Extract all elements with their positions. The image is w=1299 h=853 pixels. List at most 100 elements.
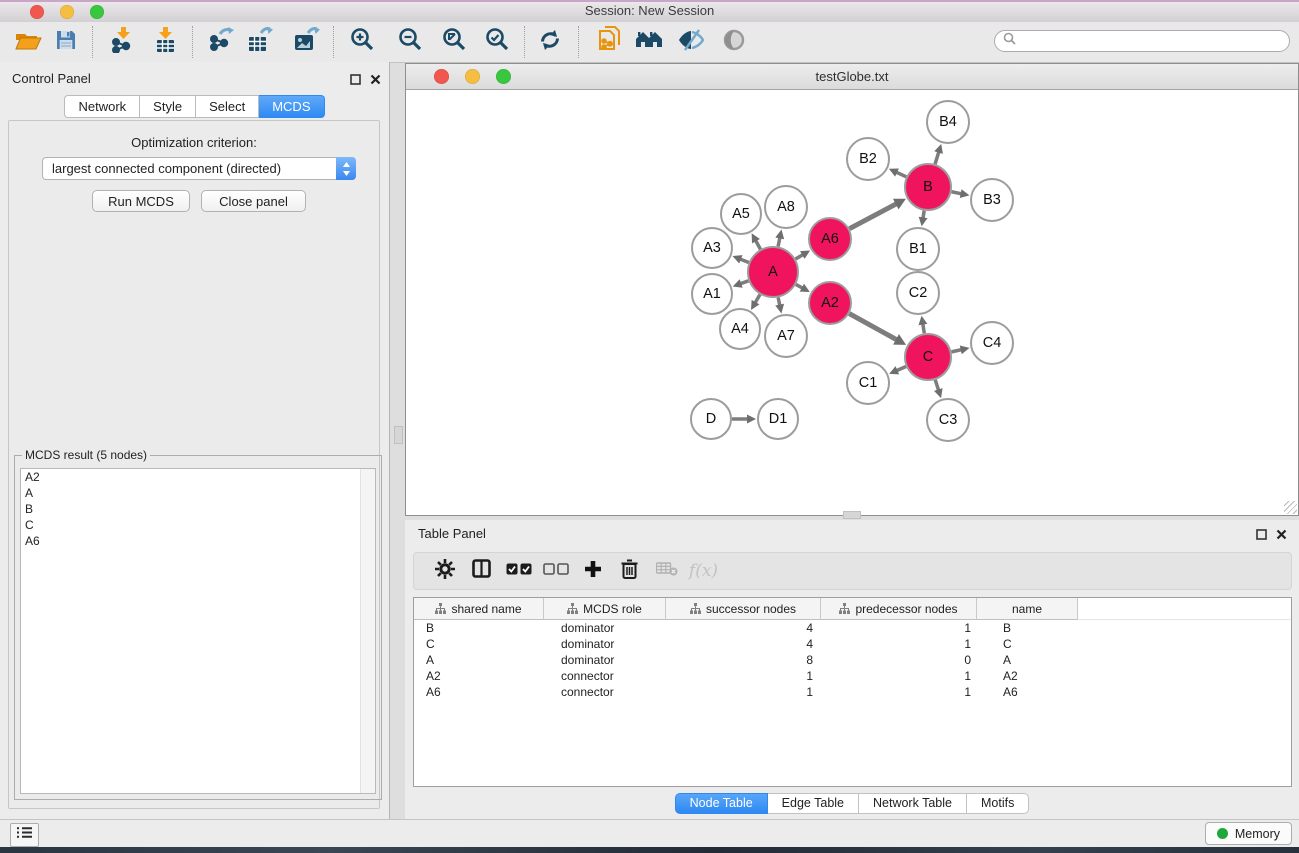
- tab-network[interactable]: Network: [64, 95, 140, 118]
- tab-mcds[interactable]: MCDS: [259, 95, 324, 118]
- zoom-out-button[interactable]: [391, 25, 429, 59]
- column-header-predecessor-nodes[interactable]: predecessor nodes: [821, 598, 977, 620]
- result-list-item[interactable]: A2: [21, 469, 375, 485]
- window-resize-grip[interactable]: [1284, 501, 1297, 514]
- table-row[interactable]: Adominator80A: [414, 652, 1291, 668]
- column-header-MCDS-role[interactable]: MCDS role: [544, 598, 666, 620]
- network-window-titlebar[interactable]: testGlobe.txt: [406, 64, 1298, 90]
- table-cell[interactable]: C: [414, 637, 544, 651]
- table-cell[interactable]: 1: [821, 685, 977, 699]
- table-cell[interactable]: A2: [414, 669, 544, 683]
- close-traffic-light[interactable]: [30, 5, 44, 19]
- float-panel-icon[interactable]: [350, 72, 361, 90]
- result-list-item[interactable]: A: [21, 485, 375, 501]
- table-cell[interactable]: 1: [666, 669, 821, 683]
- result-list-item[interactable]: B: [21, 501, 375, 517]
- float-panel-icon[interactable]: [1256, 527, 1267, 545]
- tab-edge-table[interactable]: Edge Table: [768, 793, 859, 814]
- zoom-traffic-light[interactable]: [90, 5, 104, 19]
- graphics-details-button[interactable]: [672, 25, 710, 59]
- table-row[interactable]: A6connector11A6: [414, 684, 1291, 700]
- network-from-file-button[interactable]: [591, 25, 629, 59]
- table-cell[interactable]: 4: [666, 637, 821, 651]
- import-table-button[interactable]: [146, 25, 184, 59]
- close-panel-icon[interactable]: [1276, 527, 1287, 545]
- table-cell[interactable]: A: [414, 653, 544, 667]
- export-network-button[interactable]: [202, 25, 240, 59]
- add-column-button[interactable]: [574, 555, 611, 587]
- delete-column-button[interactable]: [611, 555, 648, 587]
- show-task-history-button[interactable]: [10, 823, 39, 847]
- network-canvas[interactable]: B4B2BB3A5A8A6A3B1AA1C2A2A4A7C4CC1C3DD1: [406, 90, 1298, 515]
- export-image-button[interactable]: [287, 25, 325, 59]
- open-session-button[interactable]: [9, 25, 47, 59]
- table-row[interactable]: Cdominator41C: [414, 636, 1291, 652]
- tab-network-table[interactable]: Network Table: [859, 793, 967, 814]
- save-session-button[interactable]: [47, 25, 85, 59]
- network-zoom-traffic-light[interactable]: [496, 69, 511, 84]
- column-header-shared-name[interactable]: shared name: [414, 598, 544, 620]
- horizontal-split-handle[interactable]: [843, 511, 861, 519]
- table-cell[interactable]: connector: [544, 685, 666, 699]
- table-cell[interactable]: 1: [821, 669, 977, 683]
- optimization-criterion-select[interactable]: largest connected component (directed): [42, 157, 356, 180]
- search-box[interactable]: [994, 30, 1290, 52]
- function-builder-button[interactable]: f(x): [685, 555, 722, 587]
- network-minimize-traffic-light[interactable]: [465, 69, 480, 84]
- edge-A2-C[interactable]: [849, 314, 899, 341]
- zoom-in-button[interactable]: [343, 25, 381, 59]
- export-table-button[interactable]: [241, 25, 279, 59]
- table-cell[interactable]: A6: [977, 685, 1078, 699]
- zoom-selected-button[interactable]: [478, 25, 516, 59]
- table-cell[interactable]: B: [414, 621, 544, 635]
- deselect-all-button[interactable]: [537, 555, 574, 587]
- home-view-button[interactable]: [630, 25, 668, 59]
- table-cell[interactable]: connector: [544, 669, 666, 683]
- table-cell[interactable]: B: [977, 621, 1078, 635]
- select-all-button[interactable]: [500, 555, 537, 587]
- delete-table-button[interactable]: [648, 555, 685, 587]
- table-row[interactable]: A2connector11A2: [414, 668, 1291, 684]
- memory-button[interactable]: Memory: [1205, 822, 1292, 845]
- minimize-traffic-light[interactable]: [60, 5, 74, 19]
- table-cell[interactable]: 4: [666, 621, 821, 635]
- tab-style[interactable]: Style: [140, 95, 196, 118]
- table-cell[interactable]: dominator: [544, 637, 666, 651]
- table-cell[interactable]: A2: [977, 669, 1078, 683]
- vertical-split-handle[interactable]: [394, 426, 403, 444]
- column-header-name[interactable]: name: [977, 598, 1078, 620]
- table-cell[interactable]: 8: [666, 653, 821, 667]
- table-cell[interactable]: 1: [666, 685, 821, 699]
- table-row[interactable]: Bdominator41B: [414, 620, 1291, 636]
- table-cell[interactable]: dominator: [544, 621, 666, 635]
- mcds-result-list[interactable]: A2ABCA6: [20, 468, 376, 794]
- tab-select[interactable]: Select: [196, 95, 259, 118]
- tab-node-table[interactable]: Node Table: [675, 793, 768, 814]
- zoom-fit-button[interactable]: [435, 25, 473, 59]
- result-scrollbar[interactable]: [360, 469, 375, 793]
- refresh-button[interactable]: [531, 25, 569, 59]
- table-cell[interactable]: 0: [821, 653, 977, 667]
- close-panel-button[interactable]: Close panel: [201, 190, 306, 212]
- tab-motifs[interactable]: Motifs: [967, 793, 1029, 814]
- table-cell[interactable]: 1: [821, 621, 977, 635]
- table-cell[interactable]: A6: [414, 685, 544, 699]
- run-mcds-button[interactable]: Run MCDS: [92, 190, 190, 212]
- import-network-button[interactable]: [102, 25, 140, 59]
- node-table[interactable]: shared nameMCDS rolesuccessor nodesprede…: [413, 597, 1292, 787]
- table-cell[interactable]: 1: [821, 637, 977, 651]
- table-cell[interactable]: C: [977, 637, 1078, 651]
- column-header-successor-nodes[interactable]: successor nodes: [666, 598, 821, 620]
- close-panel-icon[interactable]: [370, 72, 381, 90]
- network-graph[interactable]: B4B2BB3A5A8A6A3B1AA1C2A2A4A7C4CC1C3DD1: [406, 90, 1298, 516]
- result-list-item[interactable]: A6: [21, 533, 375, 549]
- edge-A6-B[interactable]: [849, 202, 898, 228]
- table-cell[interactable]: A: [977, 653, 1078, 667]
- result-list-item[interactable]: C: [21, 517, 375, 533]
- network-close-traffic-light[interactable]: [434, 69, 449, 84]
- table-cell[interactable]: dominator: [544, 653, 666, 667]
- column-view-button[interactable]: [463, 555, 500, 587]
- table-settings-button[interactable]: [426, 555, 463, 587]
- birdseye-view-button[interactable]: [715, 25, 753, 59]
- search-input[interactable]: [1022, 33, 1289, 49]
